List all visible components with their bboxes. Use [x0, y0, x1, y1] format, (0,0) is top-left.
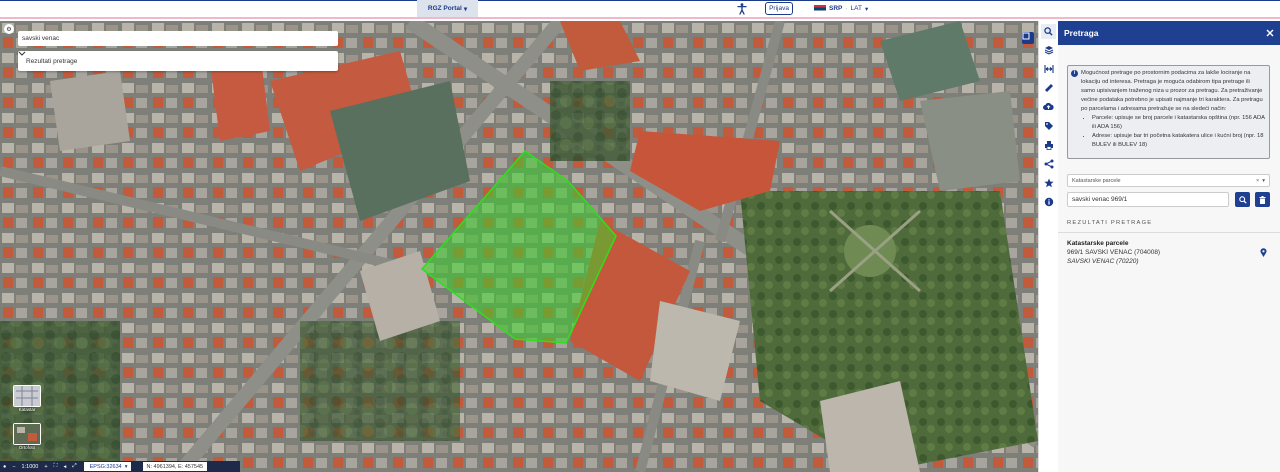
cadastre-map-icon — [14, 386, 40, 406]
portal-label: RGZ Portal — [427, 5, 462, 12]
measure-width-icon — [1043, 64, 1054, 73]
share-tool[interactable] — [1041, 156, 1056, 171]
fullscreen-icon[interactable]: ⛶ — [51, 463, 61, 470]
lang-primary[interactable]: SRP — [829, 5, 842, 12]
ruler-tool[interactable] — [1041, 80, 1056, 95]
map-search-input[interactable]: savski venac — [18, 31, 338, 46]
info-tool[interactable] — [1041, 194, 1056, 209]
expand-icon[interactable]: ⤢ — [69, 463, 79, 470]
search-button[interactable] — [1235, 192, 1250, 207]
result-line[interactable]: 969/1 SAVSKI VENAC (704008) — [1067, 248, 1272, 257]
top-bar: RGZ Portal ▾ Prijava SRP · LAT ▾ — [0, 0, 1280, 19]
info-icon — [1044, 197, 1053, 206]
share-icon — [1044, 159, 1053, 168]
search-icon — [1238, 195, 1247, 204]
serbian-flag-icon — [814, 4, 826, 13]
print-tool[interactable] — [1041, 137, 1056, 152]
tags-icon — [1044, 121, 1053, 130]
coordinates-readout: N: 4961394, E: 457545 — [142, 462, 208, 471]
search-tool[interactable] — [1041, 24, 1056, 39]
results-header: REZULTATI PRETRAGE — [1067, 220, 1153, 226]
login-button[interactable]: Prijava — [765, 2, 793, 15]
map-status-bar: ● − 1:1000 + ⛶ ◂ ⤢ EPSG:32634 ▾ N: 496139… — [0, 461, 240, 472]
info-text: Mogućnost pretrage po prostornim podacim… — [1081, 70, 1263, 112]
clear-button[interactable] — [1255, 192, 1270, 207]
tags-tool[interactable] — [1041, 118, 1056, 133]
search-type-value: Katastarske parcele — [1072, 177, 1121, 184]
favorites-tool[interactable] — [1041, 175, 1056, 190]
caret-down-icon: ▾ — [865, 5, 869, 13]
language-switcher[interactable]: SRP · LAT ▾ — [814, 3, 868, 14]
map-layers-button[interactable] — [1022, 32, 1034, 44]
side-toolbar — [1038, 21, 1057, 472]
layers-icon — [1044, 45, 1053, 55]
print-icon — [1044, 140, 1053, 150]
info-box: i Mogućnost pretrage po prostornim podac… — [1067, 65, 1270, 159]
search-icon — [1044, 27, 1053, 36]
star-icon — [1043, 178, 1054, 187]
layer-label-katastar: Katastar — [18, 407, 36, 412]
trash-icon — [1259, 195, 1266, 204]
result-item[interactable]: Katastarske parcele 969/1 SAVSKI VENAC (… — [1067, 239, 1272, 266]
info-bullet: Adrese: upisuje bar tri početna katakate… — [1092, 132, 1265, 150]
back-icon[interactable]: ◂ — [60, 464, 69, 470]
chevron-down-icon — [18, 51, 26, 56]
map-menu-button[interactable]: ⚙ — [4, 24, 14, 34]
result-sub: SAVSKI VENAC (70220) — [1067, 258, 1139, 265]
accessibility-icon[interactable] — [737, 3, 747, 15]
results-dropdown-label: Rezultati pretrage — [26, 57, 78, 65]
layers-tool[interactable] — [1041, 42, 1056, 57]
portal-menu-button[interactable]: RGZ Portal ▾ — [417, 0, 478, 17]
ruler-icon — [1044, 83, 1053, 92]
square-icon — [1022, 32, 1030, 40]
info-bullets: Parcele: upisuje se broj parcele i katas… — [1081, 114, 1265, 150]
map-view[interactable]: ⚙ savski venac Rezultati pretrage Katast… — [0, 21, 1038, 472]
orthophoto-icon — [14, 424, 40, 444]
close-icon[interactable] — [1266, 29, 1274, 37]
top-stripe — [0, 0, 1280, 1]
info-icon: i — [1071, 70, 1078, 77]
layer-label-ortofoto: Ortofoto — [18, 445, 36, 450]
results-dropdown[interactable]: Rezultati pretrage — [18, 51, 338, 71]
search-panel: Pretraga i Mogućnost pretrage po prostor… — [1058, 21, 1280, 472]
lang-alt[interactable]: LAT — [851, 5, 862, 12]
parcel-query-input[interactable]: savski venac 969/1 — [1067, 192, 1229, 207]
result-title: Katastarske parcele — [1067, 240, 1129, 247]
caret-down-icon: ▾ — [463, 5, 468, 13]
layer-thumb-katastar[interactable] — [13, 385, 41, 407]
upload-tool[interactable] — [1041, 99, 1056, 114]
panel-title: Pretraga — [1064, 28, 1099, 38]
info-bullet: Parcele: upisuje se broj parcele i katas… — [1092, 114, 1265, 132]
map-pin-icon[interactable] — [1260, 248, 1267, 257]
satellite-imagery — [0, 21, 1038, 472]
search-type-select[interactable]: Katastarske parcele × ▾ — [1067, 174, 1270, 187]
cloud-upload-icon — [1043, 102, 1054, 110]
divider — [1058, 232, 1280, 233]
zoom-out-button[interactable]: − — [9, 464, 18, 470]
select-controls: × ▾ — [1255, 177, 1265, 184]
zoom-in-button[interactable]: + — [41, 464, 50, 470]
scale-value: 1:1000 — [21, 463, 39, 470]
epsg-select[interactable]: EPSG:32634 ▾ — [83, 462, 131, 471]
target-icon[interactable]: ● — [0, 464, 9, 470]
measure-width-tool[interactable] — [1041, 61, 1056, 76]
layer-thumb-ortofoto[interactable] — [13, 423, 41, 445]
panel-header: Pretraga — [1058, 21, 1280, 45]
